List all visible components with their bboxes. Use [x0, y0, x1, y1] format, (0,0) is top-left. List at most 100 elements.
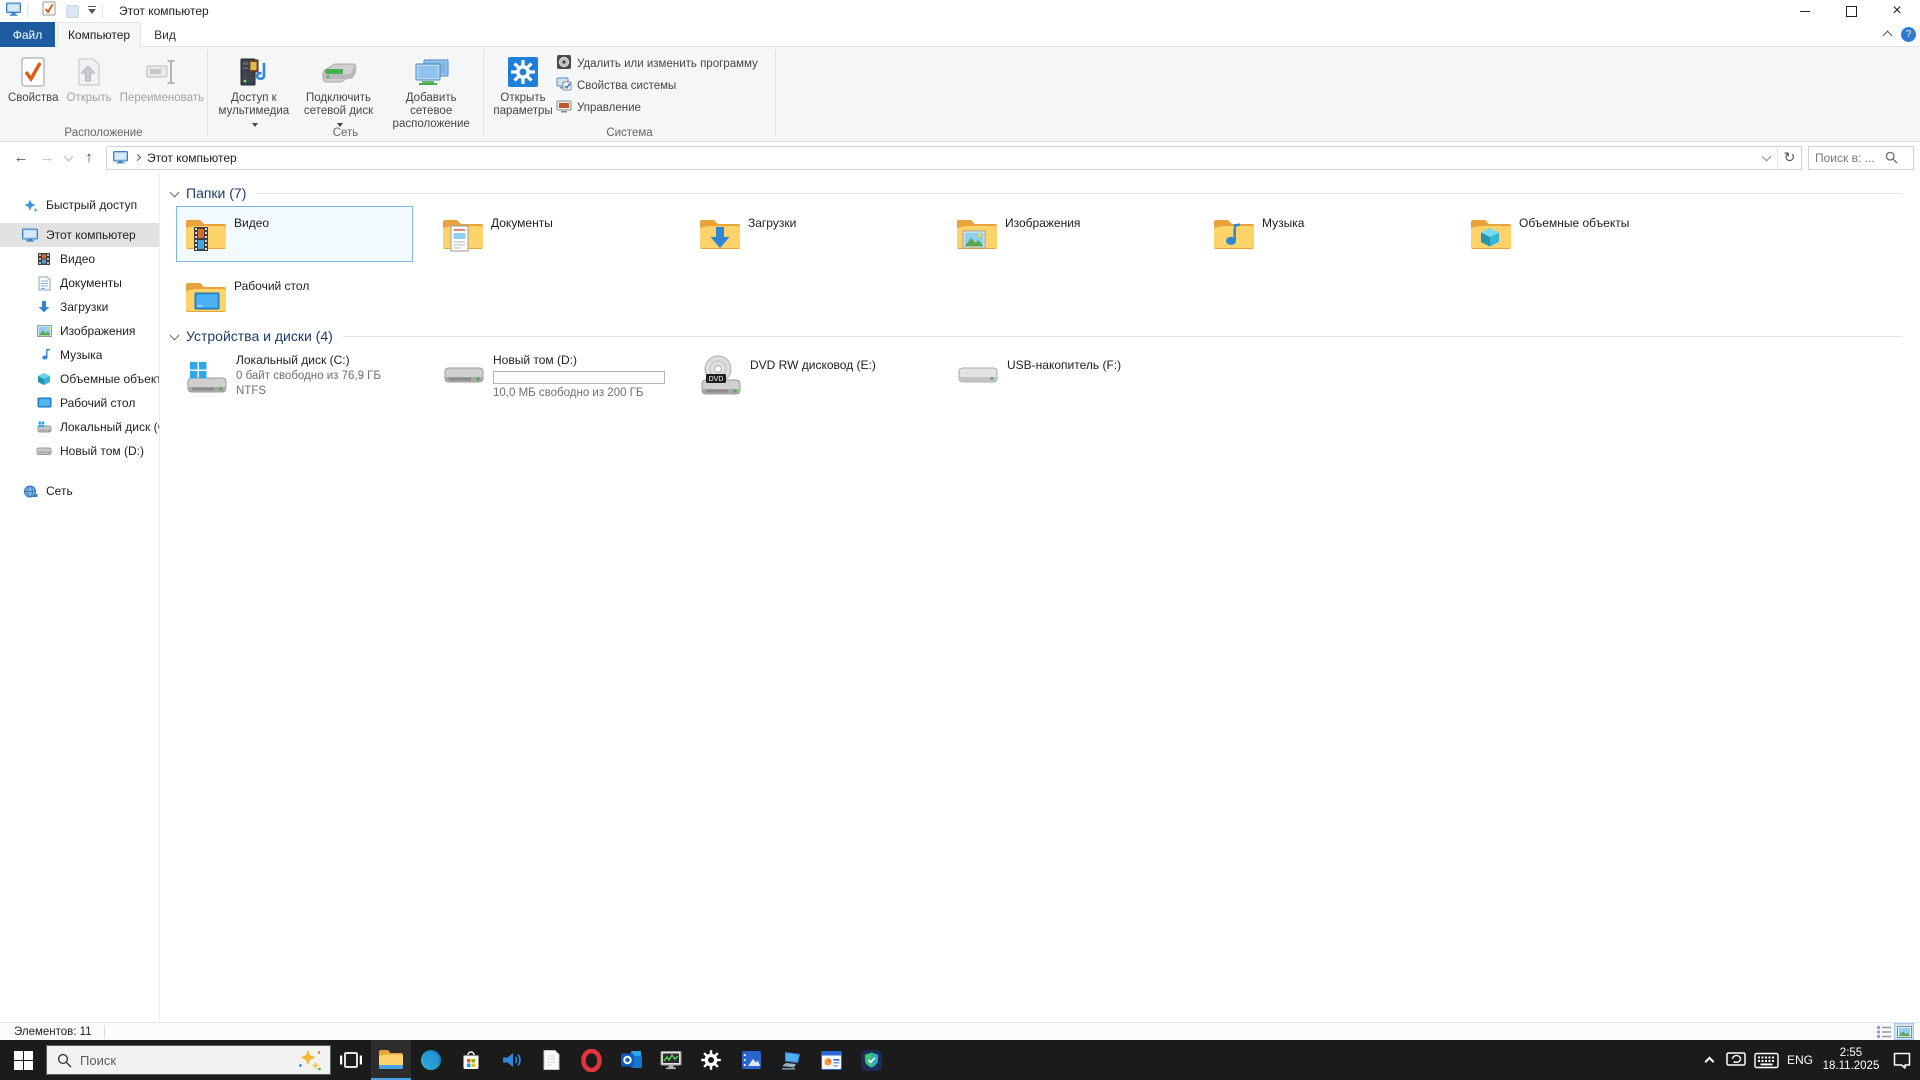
- divider: [104, 1026, 105, 1038]
- address-bar[interactable]: Этот компьютер: [106, 146, 1802, 170]
- uninstall-program-button[interactable]: Удалить или изменить программу: [556, 53, 758, 75]
- drive-tile-d[interactable]: Новый том (D:) 10,0 МБ свободно из 200 Г…: [433, 345, 670, 405]
- sidebar-item-videos[interactable]: Видео: [0, 247, 159, 271]
- folders-group-header[interactable]: Папки (7): [171, 185, 1902, 201]
- taskbar-report-button[interactable]: [811, 1040, 851, 1080]
- back-button[interactable]: [8, 146, 34, 170]
- qat-customize-dropdown-icon[interactable]: [88, 9, 96, 14]
- open-button[interactable]: Открыть: [63, 52, 116, 107]
- tray-expand-icon[interactable]: [1696, 1040, 1722, 1080]
- folders-group-label[interactable]: Папки (7): [186, 185, 246, 201]
- collapse-group-icon[interactable]: [170, 187, 180, 197]
- add-network-location-button[interactable]: Добавить сетевое расположение: [381, 52, 481, 133]
- drive-icon: [36, 443, 52, 459]
- folder-tile-documents[interactable]: Документы: [433, 206, 670, 262]
- taskbar-store-button[interactable]: [451, 1040, 491, 1080]
- open-settings-button[interactable]: Открыть параметры: [492, 52, 554, 120]
- taskbar-movies-tv-button[interactable]: [731, 1040, 771, 1080]
- sidebar-item-quick-access[interactable]: Быстрый доступ: [0, 193, 159, 217]
- task-view-button[interactable]: [331, 1040, 371, 1080]
- breadcrumb-path[interactable]: Этот компьютер: [147, 151, 237, 165]
- sidebar-item-downloads[interactable]: Загрузки: [0, 295, 159, 319]
- refresh-button[interactable]: [1777, 147, 1801, 169]
- taskbar-settings-button[interactable]: [691, 1040, 731, 1080]
- clock-time: 2:55: [1840, 1047, 1862, 1059]
- sidebar-item-music[interactable]: Музыка: [0, 343, 159, 367]
- taskbar-edge-button[interactable]: [411, 1040, 451, 1080]
- address-dropdown-icon[interactable]: [1755, 153, 1777, 162]
- taskbar-notepad-button[interactable]: [531, 1040, 571, 1080]
- qat-properties-icon[interactable]: [34, 1, 56, 21]
- tab-file[interactable]: Файл: [0, 22, 55, 47]
- folder-tile-downloads[interactable]: Загрузки: [690, 206, 927, 262]
- rename-button[interactable]: Переименовать: [116, 52, 208, 107]
- map-network-drive-button[interactable]: Подключить сетевой диск: [296, 52, 382, 133]
- drive-tile-f[interactable]: USB-накопитель (F:): [947, 345, 1184, 405]
- thumbnails-view-button[interactable]: [1894, 1023, 1914, 1040]
- devices-group-header[interactable]: Устройства и диски (4): [171, 328, 1902, 344]
- folder-tile-3d-objects[interactable]: Объемные объекты: [1461, 206, 1698, 262]
- open-label: Открыть: [67, 92, 112, 105]
- app-icon: [6, 2, 21, 21]
- search-input[interactable]: [1809, 151, 1885, 165]
- taskbar-remote-desktop-button[interactable]: [771, 1040, 811, 1080]
- folder-tile-pictures[interactable]: Изображения: [947, 206, 1184, 262]
- language-indicator[interactable]: ENG: [1782, 1040, 1818, 1080]
- sidebar-item-network[interactable]: Сеть: [0, 479, 159, 503]
- taskbar-outlook-button[interactable]: [611, 1040, 651, 1080]
- sidebar-item-local-disk-c[interactable]: Локальный диск (C:): [0, 415, 159, 439]
- folder-tile-videos[interactable]: Видео: [176, 206, 413, 262]
- divider: [27, 4, 28, 18]
- properties-button[interactable]: Свойства: [4, 52, 63, 107]
- sidebar-item-new-volume-d[interactable]: Новый том (D:): [0, 439, 159, 463]
- taskbar-search-input[interactable]: [80, 1053, 296, 1068]
- clock[interactable]: 2:5518.11.2025: [1818, 1040, 1884, 1080]
- tab-computer[interactable]: Компьютер: [57, 22, 141, 47]
- up-button[interactable]: [76, 146, 102, 170]
- devices-group-label[interactable]: Устройства и диски (4): [186, 328, 333, 344]
- forward-button[interactable]: [34, 146, 60, 170]
- drive-tile-e[interactable]: DVD DVD RW дисковод (E:): [690, 345, 927, 405]
- search-box[interactable]: [1808, 146, 1914, 170]
- maximize-button[interactable]: [1828, 0, 1874, 22]
- group-label-system: Система: [484, 127, 775, 139]
- search-icon[interactable]: [1885, 151, 1898, 164]
- group-label-location: Расположение: [0, 127, 207, 139]
- folder-tile-desktop[interactable]: Рабочий стол: [176, 269, 413, 325]
- details-view-button[interactable]: [1874, 1023, 1894, 1040]
- tab-view[interactable]: Вид: [143, 22, 187, 47]
- taskbar-performance-monitor-button[interactable]: [651, 1040, 691, 1080]
- drive-capacity-bar: [493, 371, 665, 384]
- sidebar-item-3d-objects[interactable]: Объемные объекты: [0, 367, 159, 391]
- uninstall-program-label: Удалить или изменить программу: [577, 58, 758, 70]
- sidebar-item-desktop[interactable]: Рабочий стол: [0, 391, 159, 415]
- taskbar-file-explorer-button[interactable]: [371, 1040, 411, 1080]
- tray-cast-icon[interactable]: [1722, 1040, 1750, 1080]
- minimize-button[interactable]: [1782, 0, 1828, 22]
- taskbar-iobit-shield-button[interactable]: [851, 1040, 891, 1080]
- drive-name: Локальный диск (C:): [236, 353, 381, 367]
- folder-tile-music[interactable]: Музыка: [1204, 206, 1441, 262]
- sidebar-item-documents[interactable]: Документы: [0, 271, 159, 295]
- collapse-ribbon-icon[interactable]: [1884, 26, 1891, 44]
- recent-locations-dropdown[interactable]: [60, 146, 76, 170]
- sidebar-item-pictures[interactable]: Изображения: [0, 319, 159, 343]
- collapse-group-icon[interactable]: [170, 330, 180, 340]
- taskbar-search-box[interactable]: [46, 1045, 331, 1075]
- system-properties-button[interactable]: Свойства системы: [556, 75, 758, 97]
- tray-keyboard-icon[interactable]: [1750, 1040, 1782, 1080]
- breadcrumb[interactable]: Этот компьютер: [107, 147, 243, 169]
- help-icon[interactable]: [1901, 27, 1916, 42]
- drive-tile-c[interactable]: Локальный диск (C:) 0 байт свободно из 7…: [176, 345, 413, 405]
- start-button[interactable]: [0, 1040, 46, 1080]
- sidebar-item-this-pc[interactable]: Этот компьютер: [0, 223, 159, 247]
- close-button[interactable]: [1874, 0, 1920, 22]
- taskbar-volume-button[interactable]: [491, 1040, 531, 1080]
- action-center-icon[interactable]: [1884, 1040, 1920, 1080]
- manage-button[interactable]: Управление: [556, 97, 758, 119]
- drive-name: DVD RW дисковод (E:): [750, 358, 876, 372]
- media-access-button[interactable]: Доступ к мультимедиа: [212, 52, 296, 133]
- qat-new-folder-icon[interactable]: [66, 5, 79, 18]
- breadcrumb-chevron-icon[interactable]: [134, 154, 141, 161]
- taskbar-opera-button[interactable]: [571, 1040, 611, 1080]
